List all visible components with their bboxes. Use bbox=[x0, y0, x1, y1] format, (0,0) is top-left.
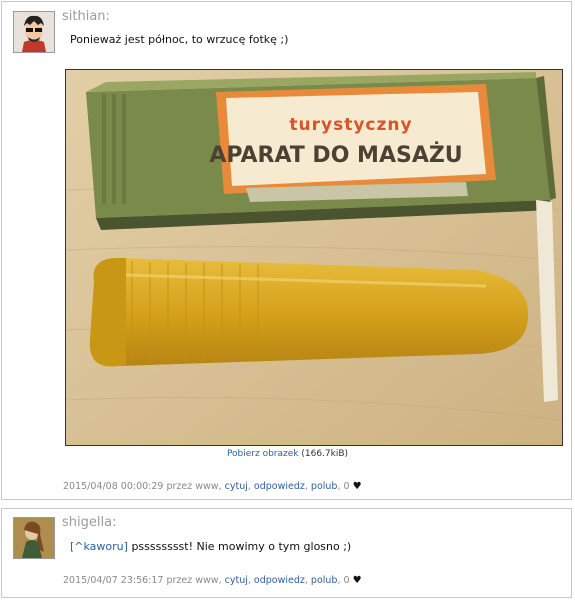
post-source: przez www, bbox=[166, 481, 222, 492]
quote-link[interactable]: cytuj bbox=[225, 575, 248, 586]
photo-massager-box: turystyczny APARAT DO MASAŻU bbox=[66, 70, 562, 445]
post-source: przez www, bbox=[166, 575, 222, 586]
image-size: (166.7kiB) bbox=[301, 449, 349, 459]
comment-post: shigella: [^kaworu] psssssssst! Nie mowi… bbox=[1, 508, 572, 598]
comment-post: sithian: Ponieważ jest północ, to wrzucę… bbox=[1, 1, 572, 500]
download-image-link[interactable]: Pobierz obrazek bbox=[227, 449, 299, 459]
post-meta: 2015/04/07 23:56:17 przez www, cytuj, od… bbox=[63, 575, 362, 586]
reply-link[interactable]: odpowiedz bbox=[254, 575, 305, 586]
post-meta: 2015/04/08 00:00:29 przez www, cytuj, od… bbox=[63, 481, 362, 492]
post-datetime: 2015/04/08 00:00:29 bbox=[63, 481, 164, 492]
post-image[interactable]: turystyczny APARAT DO MASAŻU bbox=[65, 69, 563, 446]
comment-text: Ponieważ jest północ, to wrzucę fotkę ;) bbox=[70, 33, 289, 46]
box-label-large: APARAT DO MASAŻU bbox=[209, 142, 462, 168]
username[interactable]: sithian: bbox=[62, 9, 110, 24]
avatar-image bbox=[14, 12, 54, 52]
post-datetime: 2015/04/07 23:56:17 bbox=[63, 575, 164, 586]
heart-icon: ♥ bbox=[352, 481, 362, 492]
like-link[interactable]: polub bbox=[311, 575, 338, 586]
username[interactable]: shigella: bbox=[62, 515, 116, 530]
box-label-small: turystyczny bbox=[289, 115, 412, 135]
comment-body: psssssssst! Nie mowimy o tym glosno ;) bbox=[131, 540, 352, 553]
like-link[interactable]: polub bbox=[311, 481, 338, 492]
mention-link[interactable]: [^kaworu] bbox=[70, 540, 128, 553]
like-count: 0 bbox=[343, 481, 350, 492]
reply-link[interactable]: odpowiedz bbox=[254, 481, 305, 492]
like-count: 0 bbox=[343, 575, 350, 586]
avatar[interactable] bbox=[13, 517, 55, 559]
avatar[interactable] bbox=[13, 11, 55, 53]
avatar-image bbox=[14, 518, 54, 558]
comment-text: [^kaworu] psssssssst! Nie mowimy o tym g… bbox=[70, 540, 351, 553]
heart-icon: ♥ bbox=[352, 575, 362, 586]
quote-link[interactable]: cytuj bbox=[225, 481, 248, 492]
image-caption: Pobierz obrazek (166.7kiB) bbox=[2, 449, 573, 459]
